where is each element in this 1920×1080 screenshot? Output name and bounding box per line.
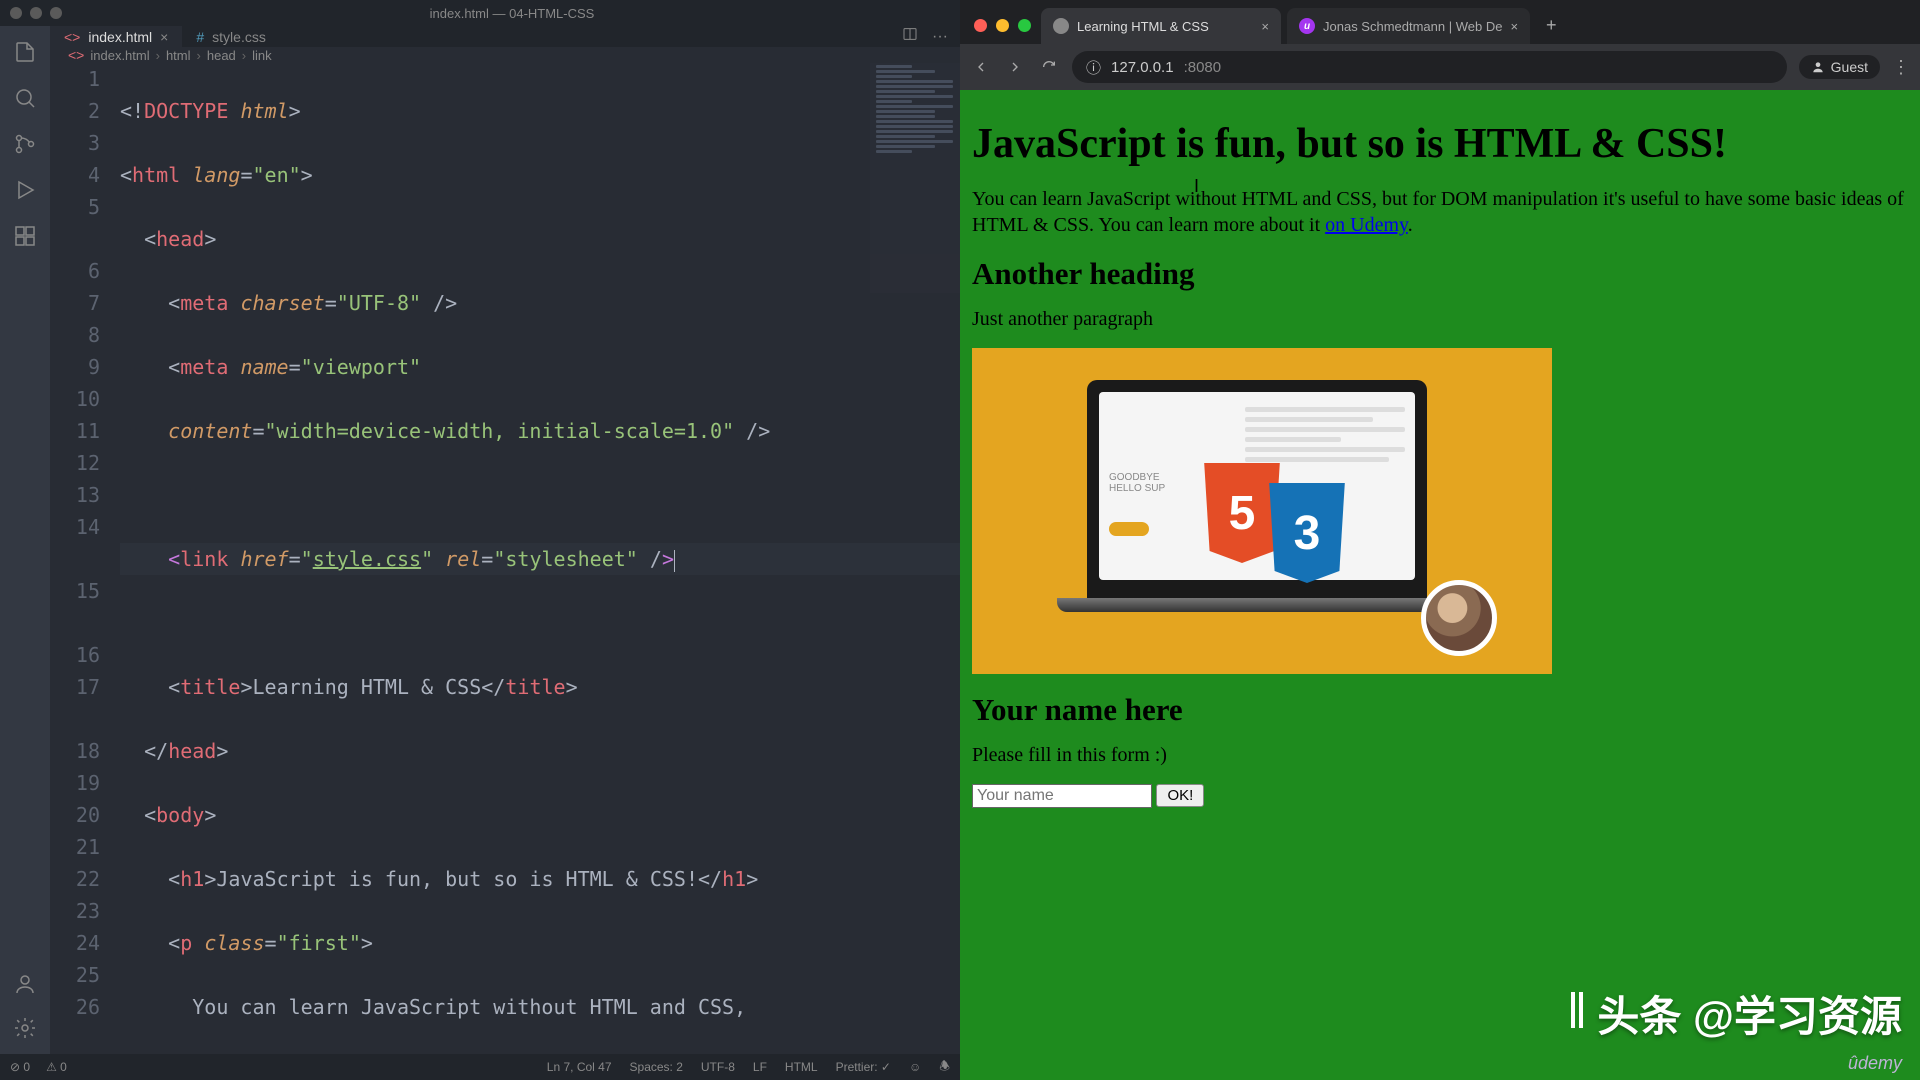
code-content[interactable]: <!DOCTYPE html> <html lang="en"> <head> …	[120, 63, 960, 1054]
watermark-logo-icon	[1571, 990, 1587, 1038]
tab-title: Jonas Schmedtmann | Web De	[1323, 19, 1502, 34]
search-icon[interactable]	[11, 84, 39, 112]
breadcrumb-item[interactable]: head	[207, 48, 236, 63]
ok-button[interactable]: OK!	[1156, 784, 1204, 807]
code-editor[interactable]: 1234567891011121314151617181920212223242…	[50, 63, 960, 1054]
page-heading: JavaScript is fun, but so is HTML & CSS!	[972, 120, 1908, 168]
url-host: 127.0.0.1	[1111, 59, 1174, 76]
status-bar: ⊘ 0 ⚠ 0 Ln 7, Col 47 Spaces: 2 UTF-8 LF …	[0, 1054, 960, 1080]
chevron-right-icon: ›	[242, 48, 246, 63]
browser-tab-strip: Learning HTML & CSS × u Jonas Schmedtman…	[960, 0, 1920, 44]
profile-label: Guest	[1831, 59, 1868, 75]
udemy-watermark: ûdemy	[1848, 1053, 1902, 1074]
tab-label: style.css	[212, 29, 266, 45]
browser-window: Learning HTML & CSS × u Jonas Schmedtman…	[960, 0, 1920, 1080]
minimap[interactable]	[870, 63, 960, 293]
css-file-icon: #	[196, 29, 204, 45]
more-actions-icon[interactable]: ···	[932, 28, 948, 46]
form-heading: Your name here	[972, 692, 1908, 728]
html-file-icon: <>	[64, 29, 80, 45]
status-eol[interactable]: LF	[753, 1060, 767, 1074]
watermark: 头条 @学习资源	[1571, 983, 1902, 1044]
name-input[interactable]	[972, 784, 1152, 808]
editor-tabs: <> index.html × # style.css ···	[50, 26, 960, 47]
maximize-window-icon[interactable]	[1018, 19, 1031, 32]
tab-style-css[interactable]: # style.css	[182, 26, 279, 47]
vscode-titlebar: index.html — 04-HTML-CSS	[0, 0, 960, 26]
account-icon[interactable]	[11, 970, 39, 998]
breadcrumb[interactable]: <> index.html › html › head › link	[50, 47, 960, 63]
page-paragraph-second: Just another paragraph	[972, 306, 1908, 332]
favicon-icon	[1053, 18, 1069, 34]
gear-icon[interactable]	[11, 1014, 39, 1042]
browser-toolbar: ⓘ 127.0.0.1 :8080 Guest ⋮	[960, 44, 1920, 90]
status-warnings[interactable]: ⚠ 0	[46, 1060, 67, 1074]
form-prompt: Please fill in this form :)	[972, 742, 1908, 768]
chevron-right-icon: ›	[197, 48, 201, 63]
browser-tab-active[interactable]: Learning HTML & CSS ×	[1041, 8, 1281, 44]
editor-area: <> index.html × # style.css ··· <> index…	[50, 26, 960, 1054]
close-tab-icon[interactable]: ×	[1261, 19, 1269, 34]
css3-shield-icon: 3	[1262, 483, 1352, 583]
browser-menu-icon[interactable]: ⋮	[1892, 57, 1910, 78]
status-errors[interactable]: ⊘ 0	[10, 1060, 30, 1074]
reload-button[interactable]	[1038, 56, 1060, 78]
window-controls	[972, 19, 1041, 44]
split-editor-icon[interactable]	[902, 26, 918, 47]
new-tab-button[interactable]: +	[1536, 15, 1567, 44]
vscode-body: <> index.html × # style.css ··· <> index…	[0, 26, 960, 1054]
udemy-link[interactable]: on Udemy	[1325, 214, 1408, 236]
status-prettier[interactable]: Prettier: ✓	[836, 1060, 891, 1074]
back-button[interactable]	[970, 56, 992, 78]
breadcrumb-item[interactable]: html	[166, 48, 191, 63]
status-lang[interactable]: HTML	[785, 1060, 818, 1074]
favicon-icon: u	[1299, 18, 1315, 34]
instructor-avatar	[1421, 580, 1497, 656]
maximize-window-icon[interactable]	[50, 7, 62, 19]
site-info-icon[interactable]: ⓘ	[1086, 57, 1101, 78]
vscode-window: index.html — 04-HTML-CSS <> index.html ×	[0, 0, 960, 1080]
url-port: :8080	[1184, 59, 1222, 76]
tab-label: index.html	[88, 29, 152, 45]
chevron-right-icon: ›	[156, 48, 160, 63]
breadcrumb-item[interactable]: link	[252, 48, 272, 63]
form-row: OK!	[972, 784, 1908, 808]
course-image: GOODBYEHELLO SUP 5 3	[972, 348, 1552, 674]
forward-button[interactable]	[1004, 56, 1026, 78]
breadcrumb-item[interactable]: index.html	[90, 48, 149, 63]
status-encoding[interactable]: UTF-8	[701, 1060, 735, 1074]
window-title: index.html — 04-HTML-CSS	[74, 6, 950, 21]
page-subheading: Another heading	[972, 256, 1908, 292]
close-window-icon[interactable]	[10, 7, 22, 19]
profile-button[interactable]: Guest	[1799, 55, 1880, 79]
minimize-window-icon[interactable]	[996, 19, 1009, 32]
browser-tab-inactive[interactable]: u Jonas Schmedtmann | Web De ×	[1287, 8, 1530, 44]
explorer-icon[interactable]	[11, 38, 39, 66]
page-paragraph-first: You can learn JavaScript without HTML an…	[972, 186, 1908, 238]
close-tab-icon[interactable]: ×	[1510, 19, 1518, 34]
tab-title: Learning HTML & CSS	[1077, 19, 1253, 34]
address-bar[interactable]: ⓘ 127.0.0.1 :8080	[1072, 51, 1787, 83]
status-lncol[interactable]: Ln 7, Col 47	[547, 1060, 612, 1074]
tab-index-html[interactable]: <> index.html ×	[50, 26, 182, 47]
source-control-icon[interactable]	[11, 130, 39, 158]
status-feedback-icon[interactable]: ☺	[909, 1060, 921, 1074]
minimize-window-icon[interactable]	[30, 7, 42, 19]
activity-bar	[0, 26, 50, 1054]
extensions-icon[interactable]	[11, 222, 39, 250]
run-debug-icon[interactable]	[11, 176, 39, 204]
status-spaces[interactable]: Spaces: 2	[630, 1060, 683, 1074]
close-tab-icon[interactable]: ×	[160, 29, 168, 45]
page-viewport: JavaScript is fun, but so is HTML & CSS!…	[960, 90, 1920, 1080]
status-bell-icon[interactable]: 🕭	[939, 1057, 950, 1078]
window-controls	[10, 7, 62, 19]
line-gutter: 1234567891011121314151617181920212223242…	[50, 63, 120, 1054]
html-file-icon: <>	[68, 47, 84, 63]
close-window-icon[interactable]	[974, 19, 987, 32]
